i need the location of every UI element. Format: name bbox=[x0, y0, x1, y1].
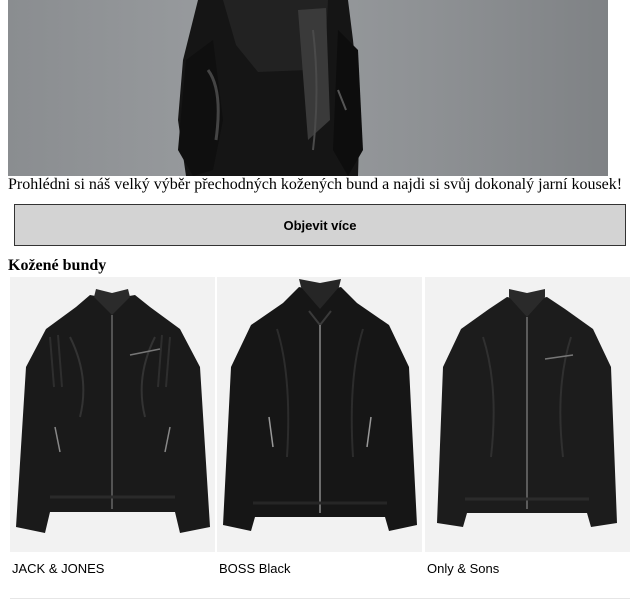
product-grid: JACK & JONES BOSS Black Only & Sons bbox=[10, 277, 630, 600]
product-card[interactable]: Only & Sons bbox=[425, 277, 630, 597]
product-brand[interactable]: Only & Sons bbox=[427, 561, 499, 577]
leather-jacket-icon bbox=[16, 289, 210, 533]
product-image[interactable] bbox=[10, 277, 215, 552]
product-brand[interactable]: BOSS Black bbox=[219, 561, 291, 577]
product-image[interactable] bbox=[425, 277, 630, 552]
divider bbox=[10, 598, 630, 599]
product-card[interactable]: JACK & JONES bbox=[10, 277, 215, 597]
model-in-leather-jacket-image bbox=[178, 0, 363, 176]
leather-jacket-icon bbox=[223, 279, 417, 531]
product-brand[interactable]: JACK & JONES bbox=[12, 561, 104, 577]
product-image[interactable] bbox=[217, 277, 422, 552]
intro-text: Prohlédni si náš velký výběr přechodných… bbox=[8, 176, 623, 193]
discover-more-button[interactable]: Objevit více bbox=[14, 204, 626, 246]
section-title: Kožené bundy bbox=[8, 257, 107, 274]
hero-banner-image[interactable] bbox=[8, 0, 608, 176]
product-card[interactable]: BOSS Black bbox=[217, 277, 422, 597]
leather-jacket-icon bbox=[437, 289, 617, 527]
